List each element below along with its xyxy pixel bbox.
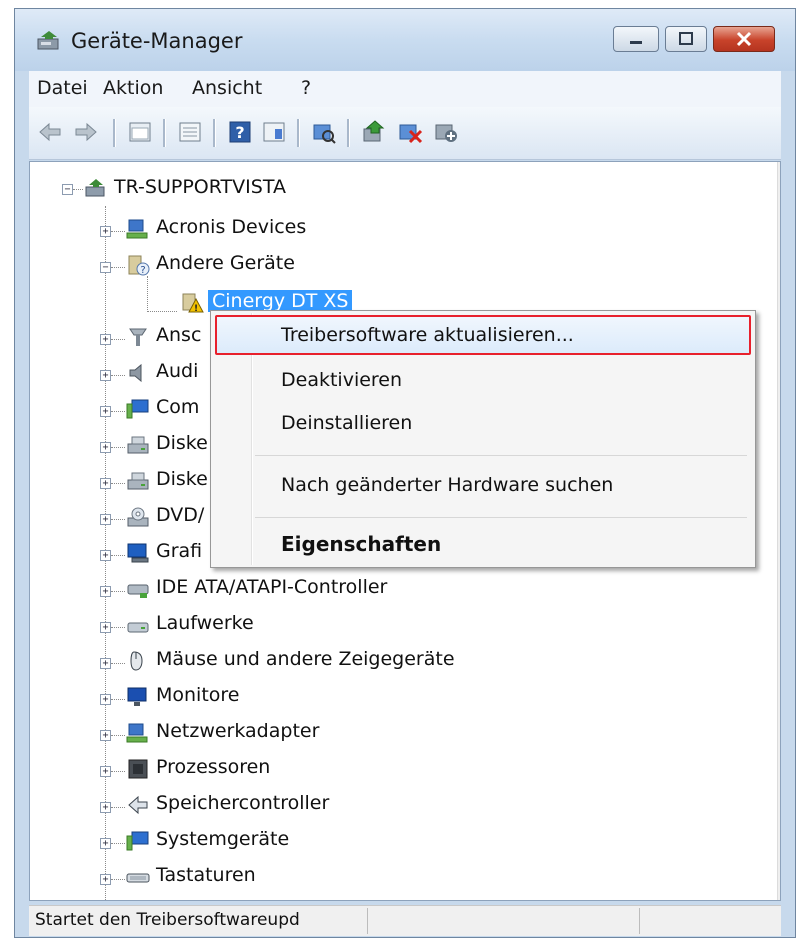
tree-item-label[interactable]: Systemgeräte — [156, 828, 289, 850]
menu-ansicht[interactable]: Ansicht — [192, 77, 262, 99]
warning-device-icon: ! — [182, 293, 204, 314]
mouse-icon — [130, 651, 143, 671]
disable-icon[interactable] — [433, 119, 459, 145]
scan-hardware-icon[interactable] — [311, 119, 337, 145]
network-device-icon — [126, 219, 148, 239]
tree-item-label[interactable]: Netzwerkadapter — [156, 720, 319, 742]
context-menu: Treibersoftware aktualisieren... Deaktiv… — [210, 310, 756, 568]
menu-aktion[interactable]: Aktion — [103, 77, 163, 99]
expand-toggle[interactable]: + — [100, 622, 111, 633]
window-title: Geräte-Manager — [71, 29, 243, 53]
tree-item-label[interactable]: IDE ATA/ATAPI-Controller — [156, 576, 387, 598]
drive-icon — [127, 436, 149, 454]
tree-item-label[interactable]: Grafi — [156, 540, 202, 562]
expand-toggle[interactable]: + — [100, 802, 111, 813]
expand-toggle[interactable]: + — [100, 838, 111, 849]
svg-text:!: ! — [194, 304, 198, 314]
properties-view-icon[interactable] — [127, 119, 153, 145]
scrollbar-thumb[interactable] — [780, 202, 781, 847]
tree-item-label[interactable]: Tastaturen — [156, 864, 256, 886]
tree-item-label[interactable]: Ansc — [156, 324, 201, 346]
help-icon[interactable]: ? — [227, 119, 253, 145]
storage-controller-icon — [128, 795, 148, 815]
root-collapse-toggle[interactable]: − — [62, 184, 73, 195]
expand-toggle[interactable]: + — [100, 226, 111, 237]
tree-item-selected-label[interactable]: Cinergy DT XS — [208, 290, 353, 312]
close-button[interactable] — [713, 26, 775, 52]
menu-bar: Datei Aktion Ansicht ? — [29, 71, 781, 107]
tree-item-label[interactable]: Audi — [156, 360, 198, 382]
tree-item-label[interactable]: Diske — [156, 468, 208, 490]
back-icon[interactable] — [37, 119, 63, 145]
maximize-button[interactable] — [665, 26, 707, 52]
tree-item-label[interactable]: DVD/ — [156, 504, 204, 526]
expand-toggle[interactable]: + — [100, 550, 111, 561]
processor-icon — [128, 759, 148, 779]
expand-toggle[interactable]: + — [100, 766, 111, 777]
tree-item-label[interactable]: Laufwerke — [156, 612, 254, 634]
display-icon — [127, 543, 149, 563]
tree-item-label[interactable]: Prozessoren — [156, 756, 270, 778]
status-bar: Startet den Treibersoftwareupd — [29, 905, 781, 936]
port-icon — [129, 328, 147, 346]
title-bar[interactable]: Geräte-Manager — [15, 9, 795, 71]
uninstall-icon[interactable] — [397, 119, 423, 145]
menu-item-scan-hardware[interactable]: Nach geänderter Hardware suchen — [281, 474, 613, 496]
tree-item-label[interactable]: Acronis Devices — [156, 216, 306, 238]
menu-help[interactable]: ? — [301, 77, 311, 99]
tree-item-label[interactable]: Diske — [156, 432, 208, 454]
computer-icon — [85, 179, 105, 197]
controller-icon — [127, 584, 149, 598]
dvd-icon — [127, 507, 149, 527]
menu-item-update-driver[interactable]: Treibersoftware aktualisieren... — [281, 324, 574, 346]
computer-icon — [126, 399, 149, 419]
tree-item-label[interactable]: Com — [156, 396, 199, 418]
tree-root-label[interactable]: TR-SUPPORTVISTA — [114, 176, 286, 198]
collapse-toggle[interactable]: − — [100, 262, 111, 273]
expand-toggle[interactable]: + — [100, 658, 111, 669]
keyboard-icon — [126, 873, 150, 883]
vertical-scrollbar[interactable]: ▲ ▼ — [777, 162, 781, 900]
svg-text:?: ? — [140, 265, 145, 276]
status-text: Startet den Treibersoftwareupd — [35, 910, 300, 930]
device-manager-icon — [37, 31, 59, 50]
drive-icon — [127, 472, 149, 490]
expand-toggle[interactable]: + — [100, 406, 111, 417]
system-device-icon — [126, 831, 149, 851]
toolbar: ? — [29, 107, 781, 160]
tree-item-label[interactable]: Monitore — [156, 684, 240, 706]
network-adapter-icon — [126, 723, 148, 743]
minimize-icon — [630, 41, 642, 44]
menu-item-uninstall[interactable]: Deinstallieren — [281, 412, 412, 434]
console-icon[interactable] — [177, 119, 203, 145]
forward-icon[interactable] — [73, 119, 99, 145]
menu-datei[interactable]: Datei — [37, 77, 88, 99]
expand-toggle[interactable]: + — [100, 730, 111, 741]
close-icon — [736, 31, 752, 47]
update-driver-icon[interactable] — [361, 119, 387, 145]
tree-item-label[interactable]: Mäuse und andere Zeigegeräte — [156, 648, 455, 670]
expand-toggle[interactable]: + — [100, 442, 111, 453]
expand-toggle[interactable]: + — [100, 370, 111, 381]
view-icon[interactable] — [261, 119, 287, 145]
expand-toggle[interactable]: + — [100, 334, 111, 345]
expand-toggle[interactable]: + — [100, 586, 111, 597]
tree-item-label[interactable]: Andere Geräte — [156, 252, 295, 274]
expand-toggle[interactable]: + — [100, 514, 111, 525]
expand-toggle[interactable]: + — [100, 694, 111, 705]
unknown-device-icon: ? — [128, 255, 150, 276]
maximize-icon — [679, 32, 693, 45]
monitor-icon — [127, 687, 147, 706]
disk-drive-icon — [127, 622, 149, 633]
expand-toggle[interactable]: + — [100, 874, 111, 885]
speaker-icon — [129, 363, 142, 383]
menu-item-properties[interactable]: Eigenschaften — [281, 532, 441, 556]
expand-toggle[interactable]: + — [100, 478, 111, 489]
menu-item-disable[interactable]: Deaktivieren — [281, 369, 402, 391]
tree-item-label[interactable]: Speichercontroller — [156, 792, 329, 814]
minimize-button[interactable] — [613, 26, 659, 52]
svg-text:?: ? — [235, 123, 244, 142]
